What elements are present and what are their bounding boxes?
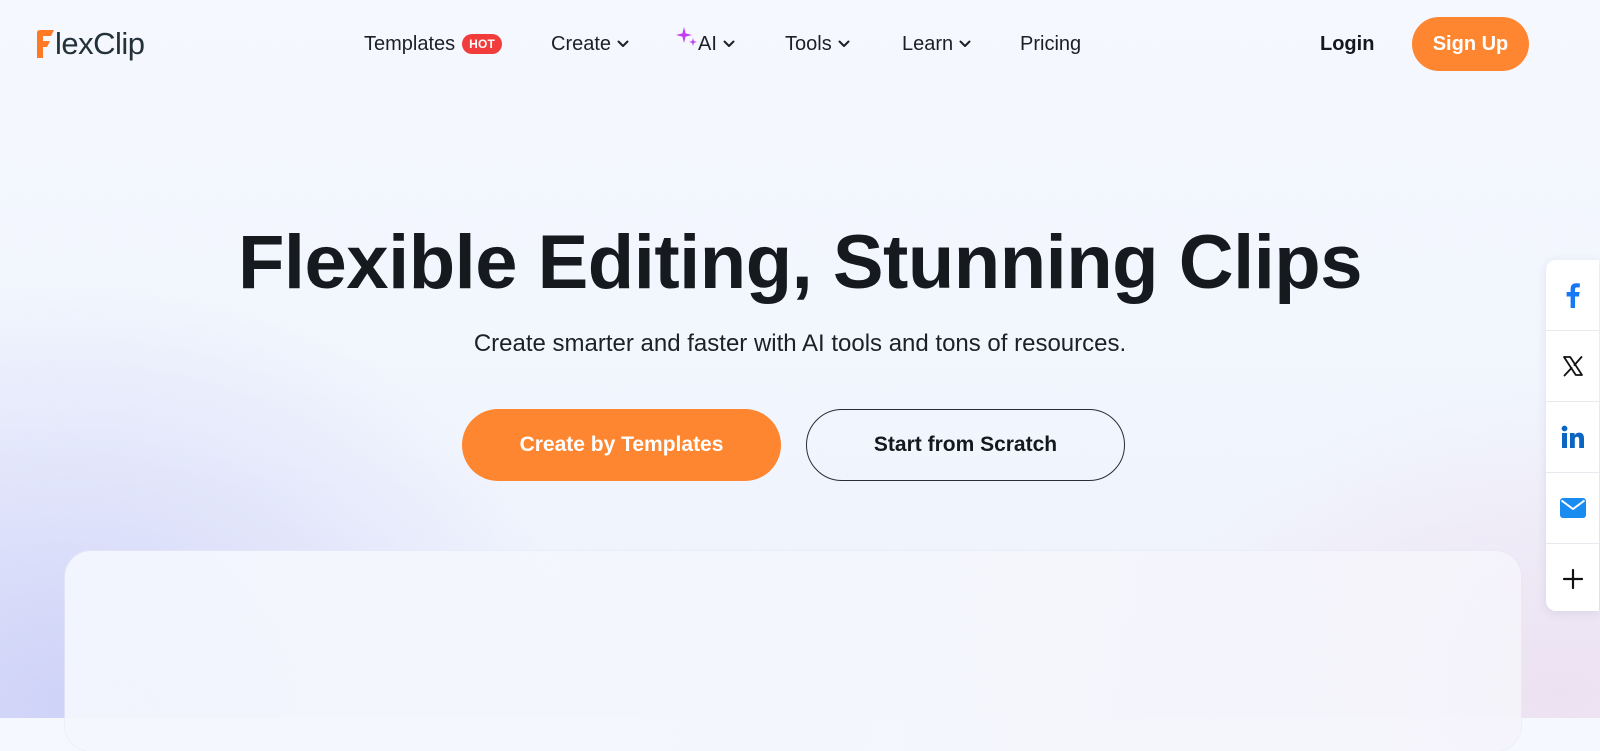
- create-by-templates-button[interactable]: Create by Templates: [462, 409, 781, 481]
- flexclip-logo-mark-icon: [37, 30, 54, 58]
- nav-pricing-label: Pricing: [1020, 32, 1082, 55]
- social-share-bar: [1546, 260, 1599, 611]
- nav-create-label: Create: [551, 32, 612, 55]
- chevron-down-icon: [838, 40, 850, 47]
- email-icon: [1559, 498, 1586, 518]
- hot-badge: HOT: [462, 34, 503, 54]
- share-more-button[interactable]: [1546, 543, 1599, 614]
- hero-title: Flexible Editing, Stunning Clips: [238, 220, 1363, 305]
- top-navigation: lexClip Templates HOT Create AI Tools Le…: [0, 0, 1600, 88]
- share-email-button[interactable]: [1546, 472, 1599, 543]
- nav-item-pricing[interactable]: Pricing: [1020, 0, 1081, 88]
- login-link[interactable]: Login: [1320, 0, 1374, 88]
- sparkle-icon: [676, 27, 697, 46]
- nav-tools-label: Tools: [785, 32, 832, 55]
- x-twitter-icon: [1562, 356, 1583, 377]
- nav-item-learn[interactable]: Learn: [902, 0, 971, 88]
- nav-item-ai[interactable]: AI: [675, 0, 735, 88]
- nav-ai-label: AI: [698, 32, 717, 55]
- nav-item-tools[interactable]: Tools: [785, 0, 850, 88]
- nav-item-create[interactable]: Create: [551, 0, 629, 88]
- share-linkedin-button[interactable]: [1546, 401, 1599, 472]
- facebook-icon: [1566, 283, 1580, 308]
- flexclip-logo[interactable]: lexClip: [34, 24, 145, 64]
- chevron-down-icon: [959, 40, 971, 47]
- share-x-button[interactable]: [1546, 330, 1599, 401]
- hero-subtitle: Create smarter and faster with AI tools …: [473, 330, 1127, 357]
- chevron-down-icon: [617, 40, 629, 47]
- sign-up-button[interactable]: Sign Up: [1412, 17, 1529, 71]
- share-facebook-button[interactable]: [1546, 260, 1599, 330]
- nav-templates-label: Templates: [364, 32, 456, 55]
- plus-icon: [1562, 568, 1583, 590]
- start-from-scratch-button[interactable]: Start from Scratch: [806, 409, 1125, 481]
- nav-learn-label: Learn: [902, 32, 954, 55]
- linkedin-icon: [1561, 425, 1584, 448]
- chevron-down-icon: [723, 40, 735, 47]
- nav-item-templates[interactable]: Templates HOT: [364, 0, 503, 88]
- editor-preview-panel: [65, 551, 1521, 751]
- logo-text: lexClip: [55, 26, 145, 61]
